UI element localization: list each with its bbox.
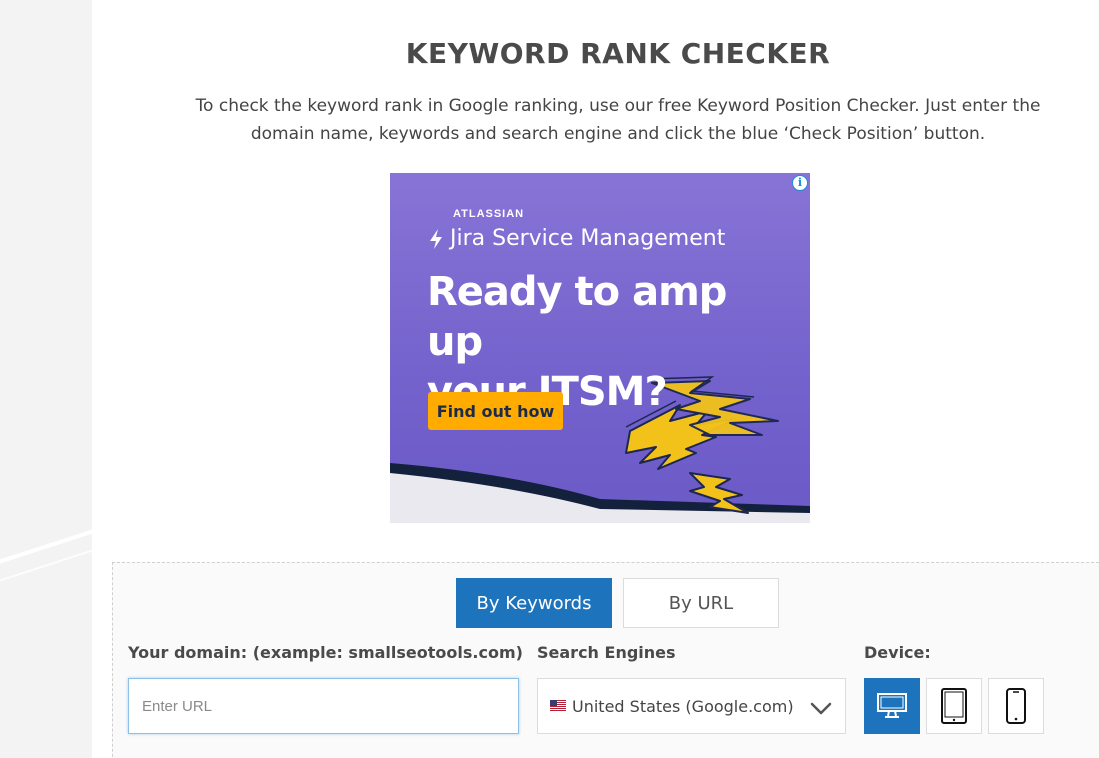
search-engine-value: United States (Google.com) bbox=[572, 696, 794, 716]
ad-cta-button[interactable]: Find out how bbox=[428, 392, 563, 430]
chevron-down-icon[interactable] bbox=[809, 696, 833, 720]
ad-info-icon[interactable]: i bbox=[792, 175, 808, 191]
domain-input[interactable] bbox=[128, 678, 519, 734]
device-label: Device: bbox=[864, 643, 931, 662]
desktop-icon bbox=[877, 693, 907, 718]
mobile-icon bbox=[1006, 688, 1026, 724]
ad-product-label: Jira Service Management bbox=[450, 226, 726, 251]
lightning-bolt-icon bbox=[430, 228, 442, 249]
main-content: KEYWORD RANK CHECKER To check the keywor… bbox=[92, 0, 1099, 758]
us-flag-icon bbox=[550, 700, 566, 712]
device-tablet-button[interactable] bbox=[926, 678, 982, 734]
tablet-icon bbox=[941, 688, 967, 724]
search-mode-tabs: By Keywords By URL bbox=[456, 578, 779, 628]
domain-label: Your domain: (example: smallseotools.com… bbox=[128, 643, 523, 662]
ad-product-name: Jira Service Management bbox=[428, 226, 725, 251]
device-selector bbox=[864, 678, 1044, 734]
search-engine-select[interactable]: United States (Google.com) bbox=[537, 678, 846, 734]
tab-by-url[interactable]: By URL bbox=[623, 578, 779, 628]
page-title: KEYWORD RANK CHECKER bbox=[405, 37, 831, 70]
intro-line-2: domain name, keywords and search engine … bbox=[250, 124, 986, 144]
ad-brand-name: ATLASSIAN bbox=[453, 208, 525, 220]
left-sidebar-background bbox=[0, 0, 92, 758]
intro-text: To check the keyword rank in Google rank… bbox=[152, 92, 1084, 148]
device-desktop-button[interactable] bbox=[864, 678, 920, 734]
ad-headline-line-1: Ready to amp up bbox=[427, 269, 727, 365]
tab-by-keywords[interactable]: By Keywords bbox=[456, 578, 612, 628]
intro-line-1: To check the keyword rank in Google rank… bbox=[195, 96, 1041, 116]
rank-checker-form: By Keywords By URL Your domain: (example… bbox=[112, 562, 1099, 758]
device-mobile-button[interactable] bbox=[988, 678, 1044, 734]
search-engine-label: Search Engines bbox=[537, 643, 676, 662]
advertisement-banner[interactable]: i ATLASSIAN Jira Service Management Read… bbox=[390, 173, 810, 523]
decorative-streak bbox=[0, 529, 92, 593]
